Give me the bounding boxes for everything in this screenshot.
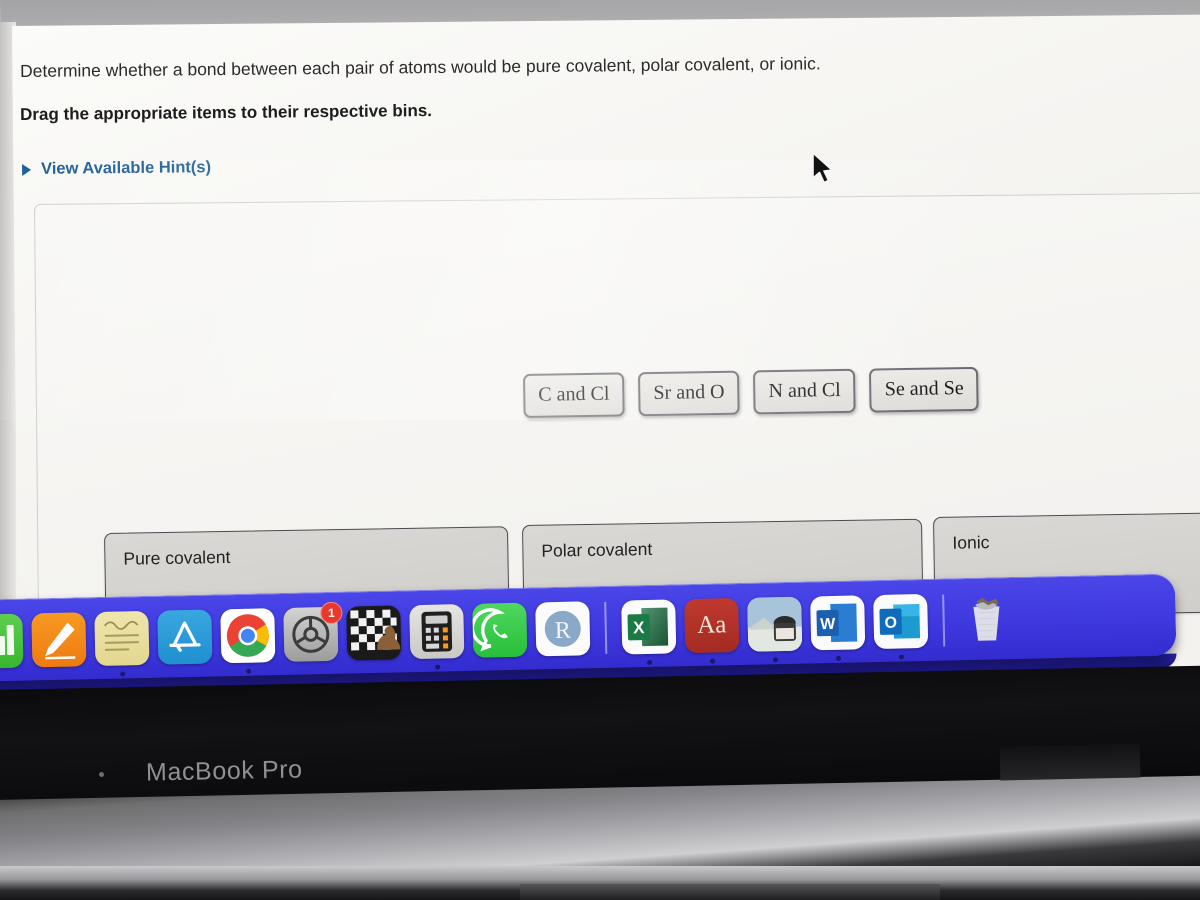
rstudio-icon: R [535, 600, 591, 656]
bezel-dot [98, 771, 105, 778]
dictionary-glyph: Aa [696, 610, 727, 639]
mouse-pointer-icon [812, 152, 833, 184]
macbook-model-label: MacBook Pro [145, 755, 303, 787]
drag-item[interactable]: C and Cl [523, 372, 625, 418]
outlook-icon: O [873, 593, 929, 649]
running-indicator [898, 653, 905, 660]
stickies-icon [94, 610, 150, 666]
dictionary-icon: Aa [684, 597, 740, 653]
running-indicator [246, 668, 252, 674]
hint-label: View Available Hint(s) [40, 158, 212, 178]
triangle-right-icon [22, 163, 32, 176]
dock-item-whatsapp[interactable] [472, 602, 528, 658]
dock-separator [942, 594, 946, 647]
running-indicator [435, 664, 441, 670]
dock-item-preview[interactable] [747, 596, 803, 662]
drag-item[interactable]: Se and Se [869, 366, 979, 413]
bin-label: Pure covalent [123, 546, 231, 569]
preview-icon [747, 596, 803, 652]
dock-item-system-preferences[interactable]: 1 [283, 601, 343, 662]
dock-item-chrome[interactable] [220, 607, 276, 674]
trash-icon [959, 592, 1014, 647]
laptop-hinge [999, 743, 1141, 781]
running-indicator [120, 670, 126, 677]
svg-text:O: O [884, 614, 897, 631]
drag-items-tray: C and Cl Sr and O N and Cl Se and Se [523, 366, 979, 418]
running-indicator [835, 655, 842, 661]
dock-item-dictionary[interactable]: Aa [684, 597, 740, 664]
dock-item-pages[interactable] [31, 611, 87, 667]
dock-item-rstudio[interactable]: R [535, 600, 591, 656]
running-indicator [709, 658, 716, 664]
dock-item-excel[interactable]: X [621, 598, 677, 665]
dock-item-stickies[interactable] [94, 610, 150, 677]
numbers-icon [0, 613, 24, 669]
chrome-icon [220, 607, 276, 663]
dock-item-chess[interactable] [346, 604, 402, 661]
view-available-hints-button[interactable]: View Available Hint(s) [22, 158, 211, 179]
screenshot-root: Determine whether a bond between each pa… [0, 0, 1200, 900]
dock-item-word[interactable]: W [810, 594, 866, 661]
running-indicator [646, 659, 653, 665]
drag-item[interactable]: Sr and O [638, 370, 740, 417]
bin-label: Ionic [952, 532, 990, 553]
notification-badge: 1 [320, 601, 343, 624]
dock-item-trash[interactable] [959, 592, 1014, 647]
app-store-icon [157, 609, 213, 665]
svg-text:W: W [820, 615, 836, 632]
dock-separator [604, 601, 608, 654]
chess-icon [346, 604, 402, 661]
calculator-icon [409, 603, 465, 659]
dock-item-app-store[interactable] [157, 609, 213, 665]
pages-icon [31, 611, 87, 667]
dock-item-numbers[interactable] [0, 613, 24, 669]
dock-item-calculator[interactable] [409, 603, 465, 670]
desk-edge-lower [520, 884, 940, 900]
running-indicator [772, 656, 779, 662]
bin-label: Polar covalent [541, 538, 653, 561]
dock-item-outlook[interactable]: O [873, 593, 929, 660]
excel-icon: X [621, 598, 677, 655]
svg-text:R: R [555, 617, 572, 643]
word-icon: W [810, 594, 866, 650]
drag-item[interactable]: N and Cl [753, 368, 857, 415]
laptop-screen: Determine whether a bond between each pa… [0, 0, 1200, 700]
svg-text:X: X [633, 618, 645, 637]
whatsapp-icon [472, 602, 528, 658]
